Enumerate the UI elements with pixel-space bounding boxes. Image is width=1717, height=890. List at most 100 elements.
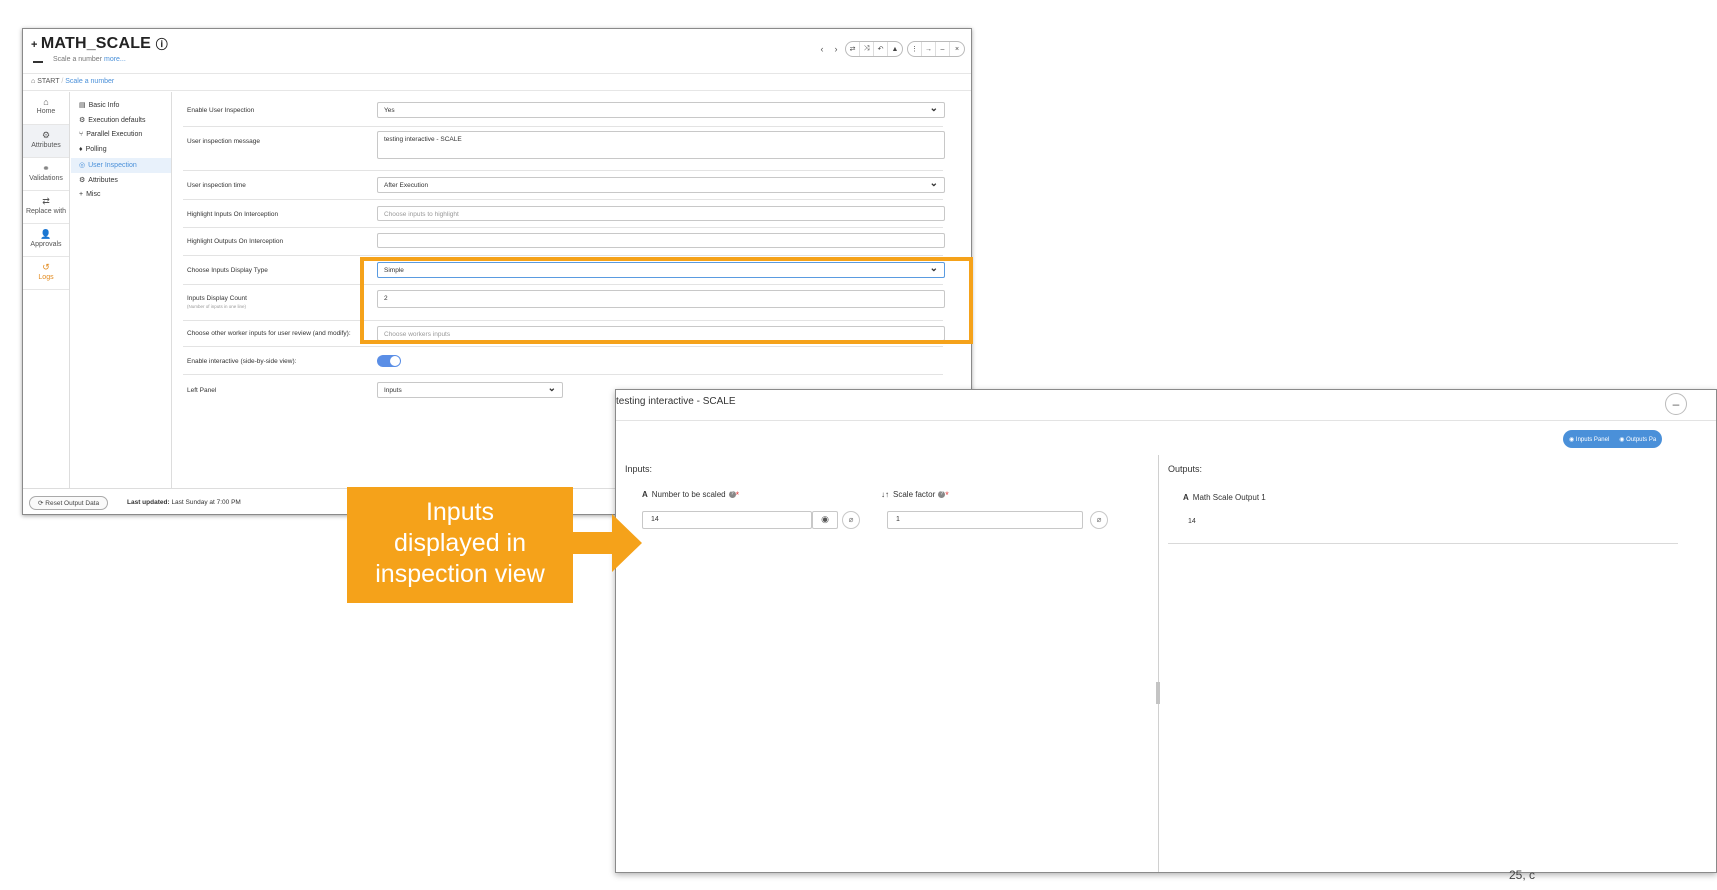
toolbar-group: ⇄ ⤨ ↶ ▲: [845, 41, 903, 57]
other-worker-inputs-multiselect[interactable]: Choose workers inputs: [377, 326, 945, 341]
callout-arrow-icon: [612, 514, 642, 572]
copyright-text: 25, c: [1509, 868, 1536, 882]
dialog-minimize-button[interactable]: –: [1665, 393, 1687, 415]
prev-arrow-icon[interactable]: ‹: [817, 44, 827, 54]
swap-icon: ⇄: [42, 196, 50, 206]
breadcrumb-separator: /: [61, 78, 64, 85]
gear-icon: ⚙: [79, 117, 86, 124]
microphone-icon: ♦: [79, 146, 83, 153]
inputs-display-type-select[interactable]: Simple: [377, 262, 945, 278]
sub-nav-misc[interactable]: + Misc: [71, 188, 171, 203]
dialog-title: testing interactive - SCALE: [616, 396, 736, 407]
row-user-inspection-message: User inspection message testing interact…: [183, 127, 945, 171]
reset-output-data-button[interactable]: ⟳ Reset Output Data: [29, 496, 109, 510]
collapse-icon[interactable]: [33, 61, 43, 63]
plus-icon: +: [79, 191, 84, 198]
callout-arrow-shaft: [573, 532, 613, 554]
page-subtitle: Scale a number more...: [53, 56, 126, 63]
shuffle-icon[interactable]: ⤨: [860, 42, 874, 56]
row-enable-user-inspection: Enable User Inspection Yes: [183, 95, 945, 127]
callout-line: inspection view: [375, 560, 545, 588]
required-icon: *: [735, 490, 740, 500]
field-label: Highlight Outputs On Interception: [187, 238, 284, 245]
rail-item-validations[interactable]: ⚭ Validations: [23, 158, 69, 191]
rail-item-attributes[interactable]: ⚙ Attributes: [23, 125, 69, 158]
home-icon: ⌂: [31, 78, 36, 85]
gear-icon: ⚙: [79, 177, 86, 184]
inputs-header: Inputs:: [625, 464, 653, 474]
inputs-display-count-input[interactable]: 2: [377, 290, 945, 308]
resize-handle[interactable]: [1156, 682, 1160, 704]
callout-line: displayed in: [393, 529, 527, 557]
field-sublabel: (Number of inputs in one line): [187, 304, 247, 309]
user-icon: 👤: [40, 229, 52, 239]
eye-icon: ◎: [79, 162, 86, 169]
rail-item-replace-with[interactable]: ⇄ Replace with: [23, 191, 69, 224]
window-controls: ‹ › ⇄ ⤨ ↶ ▲ ⋮ → – ×: [817, 41, 965, 57]
more-link[interactable]: more...: [104, 56, 126, 63]
attachment-icon[interactable]: ⌀: [1090, 511, 1108, 529]
gear-icon: ⚙: [41, 130, 51, 140]
sub-nav-basic-info[interactable]: ▤ Basic Info: [71, 98, 171, 113]
rail-item-home[interactable]: ⌂ Home: [23, 92, 69, 125]
rail-item-logs[interactable]: ↺ Logs: [23, 257, 69, 290]
output-label-math-scale-output-1: A Math Scale Output 1: [1183, 493, 1266, 502]
required-icon: *: [945, 490, 949, 500]
text-type-icon: A: [642, 490, 648, 499]
field-label: Inputs Display Count: [187, 295, 247, 302]
left-rail: ⌂ Home ⚙ Attributes ⚭ Validations ⇄ Replace …: [23, 92, 70, 488]
sub-nav-user-inspection[interactable]: ◎ User Inspection: [71, 158, 171, 173]
user-inspection-message-textarea[interactable]: testing interactive - SCALE: [377, 131, 945, 159]
highlight-outputs-multiselect[interactable]: [377, 233, 945, 248]
sub-nav-attributes[interactable]: ⚙ Attributes: [71, 173, 171, 188]
help-icon[interactable]: ?: [728, 491, 736, 499]
user-inspection-time-select[interactable]: After Execution: [377, 177, 945, 193]
more-vertical-icon[interactable]: ⋮: [908, 42, 922, 56]
inputs-panel-toggle[interactable]: ◉ Inputs Panel: [1569, 436, 1609, 443]
number-to-be-scaled-input[interactable]: 14: [642, 511, 812, 529]
row-highlight-outputs: Highlight Outputs On Interception: [183, 228, 945, 256]
breadcrumb-root[interactable]: START: [37, 78, 59, 85]
field-label: Highlight Inputs On Interception: [187, 211, 279, 218]
swap-icon[interactable]: ⇄: [846, 42, 860, 56]
title-bar: + MATH_SCALE ⓘ Scale a number more... ‹ …: [23, 29, 971, 71]
next-arrow-icon[interactable]: ›: [831, 44, 841, 54]
minimize-icon[interactable]: –: [936, 42, 950, 56]
sub-nav-polling[interactable]: ♦ Polling: [71, 143, 171, 158]
history-icon: ↺: [42, 262, 50, 272]
outputs-header: Outputs:: [1168, 464, 1203, 474]
input-label-number-to-be-scaled: A Number to be scaled? *: [642, 490, 740, 500]
eye-icon: ◉: [1569, 436, 1576, 443]
close-icon[interactable]: ×: [950, 42, 964, 56]
info-icon[interactable]: ⓘ: [156, 37, 168, 51]
window-button-group: ⋮ → – ×: [907, 41, 965, 57]
attachment-icon[interactable]: ⌀: [842, 511, 860, 529]
callout-box: Inputs displayed in inspection view: [347, 487, 573, 603]
enable-interactive-toggle[interactable]: [377, 355, 401, 367]
row-enable-interactive: Enable interactive (side-by-side view):: [183, 347, 943, 375]
row-other-worker-inputs: Choose other worker inputs for user revi…: [183, 321, 945, 347]
divider: [1168, 543, 1678, 544]
arrow-right-icon[interactable]: →: [922, 42, 936, 56]
enable-user-inspection-select[interactable]: Yes: [377, 102, 945, 118]
card-icon: ▤: [79, 102, 86, 109]
field-label: Choose other worker inputs for user revi…: [187, 330, 351, 337]
row-inputs-display-type: Choose Inputs Display Type Simple: [183, 256, 945, 285]
highlight-inputs-multiselect[interactable]: Choose inputs to highlight: [377, 206, 945, 221]
field-label: Enable User Inspection: [187, 107, 255, 114]
last-updated: Last updated: Last Sunday at 7:00 PM: [127, 499, 241, 506]
sub-nav-parallel-execution[interactable]: ⑂ Parallel Execution: [71, 128, 171, 143]
eye-icon[interactable]: ◉: [812, 511, 838, 529]
scale-factor-input[interactable]: 1: [887, 511, 1083, 529]
warning-icon[interactable]: ▲: [888, 42, 902, 56]
branch-icon: ⑂: [79, 131, 84, 138]
breadcrumb-current[interactable]: Scale a number: [65, 78, 114, 85]
undo-icon[interactable]: ↶: [874, 42, 888, 56]
sub-nav-execution-defaults[interactable]: ⚙ Execution defaults: [71, 113, 171, 128]
field-label: Choose Inputs Display Type: [187, 267, 268, 274]
field-label: Enable interactive (side-by-side view):: [187, 358, 297, 365]
rail-item-approvals[interactable]: 👤 Approvals: [23, 224, 69, 257]
outputs-panel-toggle[interactable]: ◉ Outputs Pa: [1619, 436, 1656, 443]
left-panel-select[interactable]: Inputs: [377, 382, 563, 398]
sub-nav: ▤ Basic Info ⚙ Execution defaults ⑂ Paralle…: [71, 92, 172, 488]
